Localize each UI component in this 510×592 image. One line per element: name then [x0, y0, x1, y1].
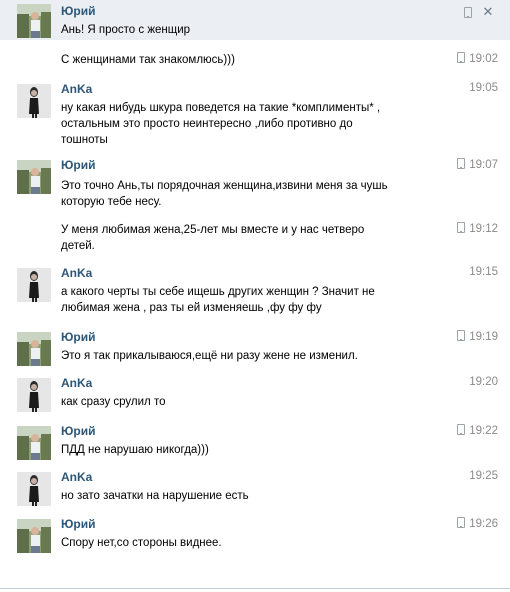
timestamp: 19:05 [469, 82, 498, 94]
message-text: любимая жена , раз ты ей изменяешь ,фу ф… [61, 302, 322, 314]
avatar[interactable] [17, 4, 51, 38]
message-text: Ань! Я просто с женщир [61, 24, 191, 36]
message: Юрий Это точно Ань,ты порядочная женщина,… [0, 156, 510, 212]
sender-name[interactable]: AnKa [61, 82, 92, 96]
message: Юрий Ань! Я просто с женщир ✕ [0, 0, 510, 40]
mobile-icon [457, 158, 466, 169]
message-time: 19:20 [438, 376, 498, 388]
message-time: 19:15 [438, 266, 498, 278]
mobile-icon [457, 517, 466, 528]
timestamp: 19:26 [469, 518, 498, 530]
message-text: Это я так прикалываюся,ещё ни разу жене … [61, 350, 358, 362]
mobile-icon [457, 222, 466, 233]
message-text: как сразу срулил то [61, 396, 166, 408]
message-time: 19:26 [438, 517, 498, 530]
mobile-icon [457, 52, 466, 63]
message-text: но зато зачатки на нарушение есть [61, 490, 249, 502]
message: Юрий Это я так прикалываюся,ещё ни разу ж… [0, 328, 510, 368]
message-time: 19:05 [438, 82, 498, 94]
timestamp: 19:19 [469, 331, 498, 343]
divider [0, 588, 510, 589]
message: AnKa но зато зачатки на нарушение есть 19:… [0, 468, 510, 508]
message: У меня любимая жена,25-лет мы вместе и у… [0, 220, 510, 256]
timestamp: 19:15 [469, 266, 498, 278]
sender-name[interactable]: AnKa [61, 376, 92, 390]
timestamp: 19:22 [469, 425, 498, 437]
message-text: тошноты [61, 134, 108, 146]
sender-name[interactable]: Юрий [61, 517, 95, 531]
avatar[interactable] [17, 378, 51, 412]
message: Юрий ПДД не нарушаю никогда))) 19:22 [0, 422, 510, 462]
message-text: которую тебе несу. [61, 196, 162, 208]
message: С женщинами так знакомлюсь))) 19:02 [0, 50, 510, 72]
avatar[interactable] [17, 268, 51, 302]
message-text: Спору нет,со стороны виднее. [61, 537, 222, 549]
message: AnKa а какого черты ты себе ищешь других … [0, 264, 510, 320]
sender-name[interactable]: AnKa [61, 266, 92, 280]
sender-name[interactable]: Юрий [61, 158, 95, 172]
close-icon[interactable]: ✕ [482, 5, 494, 18]
message-text: остальным это просто неинтересно ,либо п… [61, 118, 353, 130]
mobile-icon [464, 7, 472, 18]
timestamp: 19:02 [469, 53, 498, 65]
message-text: С женщинами так знакомлюсь))) [61, 54, 235, 66]
message-time: 19:07 [438, 158, 498, 171]
sender-name[interactable]: Юрий [61, 4, 95, 18]
message: AnKa как сразу срулил то 19:20 [0, 374, 510, 412]
message-time: 19:25 [438, 470, 498, 482]
message-text: а какого черты ты себе ищешь других женщ… [61, 286, 375, 298]
avatar[interactable] [17, 332, 51, 366]
message: AnKa ну какая нибудь шкура поведется на т… [0, 80, 510, 150]
sender-name[interactable]: AnKa [61, 470, 92, 484]
message-text: ну какая нибудь шкура поведется на такие… [61, 102, 381, 114]
message-time: 19:02 [438, 52, 498, 65]
avatar[interactable] [17, 84, 51, 118]
message-time: 19:22 [438, 424, 498, 437]
timestamp: 19:25 [469, 470, 498, 482]
timestamp: 19:07 [469, 159, 498, 171]
sender-name[interactable]: Юрий [61, 330, 95, 344]
message-text: детей. [61, 240, 95, 252]
mobile-icon [457, 330, 466, 341]
avatar[interactable] [17, 160, 51, 194]
message-text: У меня любимая жена,25-лет мы вместе и у… [61, 224, 365, 236]
timestamp: 19:20 [469, 376, 498, 388]
avatar[interactable] [17, 519, 51, 553]
avatar[interactable] [17, 426, 51, 460]
message-time: 19:12 [438, 222, 498, 235]
message-text: ПДД не нарушаю никогда))) [61, 444, 209, 456]
sender-name[interactable]: Юрий [61, 424, 95, 438]
chat-history: Юрий Ань! Я просто с женщир ✕ С женщинами т… [0, 0, 510, 592]
mobile-icon [457, 424, 466, 435]
timestamp: 19:12 [469, 223, 498, 235]
message: Юрий Спору нет,со стороны виднее. 19:26 [0, 515, 510, 555]
message-time: 19:19 [438, 330, 498, 343]
avatar[interactable] [17, 472, 51, 506]
message-text: Это точно Ань,ты порядочная женщина,изви… [61, 180, 388, 192]
